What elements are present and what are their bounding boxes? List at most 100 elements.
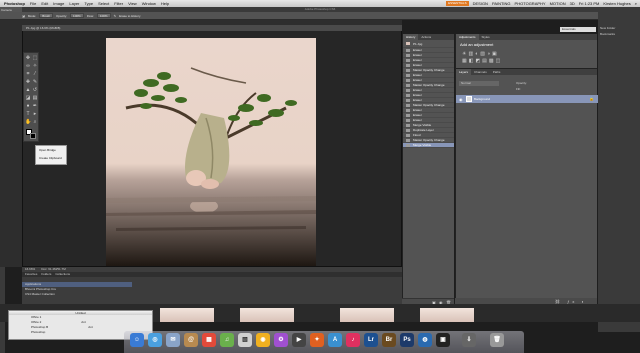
crop-tool-icon[interactable]: ⌗ [25,71,31,77]
menu-create-clipboard[interactable]: Create Clipboard [36,154,66,162]
background-color-swatch[interactable] [30,133,36,139]
film-thumb[interactable] [160,308,214,322]
path-select-icon[interactable]: ▸ [32,111,38,117]
eyedropper-tool-icon[interactable]: ⁄ [32,71,38,77]
bridge-tab-favorites[interactable]: Favorites [25,272,37,277]
menu-open-bridge[interactable]: Open Bridge [36,146,66,154]
wand-tool-icon[interactable]: ✧ [32,63,38,69]
adjustment-icons-row1[interactable]: ☀▥◐▨◑▣ [462,51,499,57]
erase-to-history-checkbox[interactable]: Erase to History [119,14,140,18]
downloads-icon[interactable]: ⇩ [462,333,476,347]
photoshop-icon[interactable]: Ps [400,333,414,347]
menu-filter[interactable]: Filter [114,1,123,6]
menu-select[interactable]: Select [98,1,109,6]
heal-tool-icon[interactable]: ✚ [25,79,31,85]
workspace-painting[interactable]: PAINTING [492,1,511,6]
bridge-tab-collections[interactable]: Collections [55,272,70,277]
bookmarks-item[interactable]: Bookmarks [600,32,615,36]
document-tab[interactable]: P1.Jpg @ 16.6% (RGB/8) [22,25,402,31]
folder-item[interactable]: CS4 Master Collection [22,292,132,297]
adjustment-icons-row2[interactable]: ▦◧◩▤▩◫ [462,58,502,64]
bridge-folder-list: Applications Bhoomi Photoshop Cre CS4 Ma… [22,282,132,297]
eraser-icon[interactable]: ◪ [25,95,31,101]
tab-adjustments[interactable]: Adjustments [456,34,479,40]
eraser-tool-icon[interactable]: ◪ [22,14,25,18]
chrome-icon[interactable]: ◉ [256,333,270,347]
film-thumb[interactable] [420,308,474,322]
stamp-tool-icon[interactable]: ▲ [25,87,31,93]
workspace-search[interactable]: Essentials [560,27,596,32]
tab-paths[interactable]: Paths [490,69,504,75]
film-thumb[interactable] [340,308,394,322]
firefox-icon[interactable]: ✦ [310,333,324,347]
history-state[interactable]: Merge Visible [403,143,454,148]
move-tool-icon[interactable]: ✥ [25,55,31,61]
visibility-eye-icon[interactable]: ◉ [459,96,463,104]
airbrush-icon[interactable]: ✎ [114,14,117,18]
type-tool-icon[interactable]: T [25,111,31,117]
film-thumb[interactable] [240,308,294,322]
flow-input[interactable]: 100% [96,13,111,18]
menu-file[interactable]: File [30,1,36,6]
spotlight-icon[interactable]: ⌕ [635,1,637,6]
blend-mode-select[interactable]: Normal [459,81,499,86]
workspace-design[interactable]: DESIGN [473,1,488,6]
history-state-label: Eraser [413,63,422,67]
history-state-icon [406,94,410,97]
canvas-image[interactable] [106,38,316,266]
finder-icon[interactable]: ☺ [130,333,144,347]
history-state-label: Eraser [413,48,422,52]
mode-select[interactable]: Brush [39,13,54,18]
appstore-icon[interactable]: A [328,333,342,347]
tab-channels[interactable]: Channels [471,69,490,75]
ovc-icon[interactable]: ▶ [292,333,306,347]
history-snapshot[interactable]: P1.Jpg [403,40,454,48]
app-icon[interactable]: ▣ [436,333,450,347]
bridge-tabs: Favorites Folders Collections [22,272,402,277]
workspace-3d[interactable]: 3D [570,1,575,6]
contacts-icon[interactable]: @ [184,333,198,347]
menu-edit[interactable]: Edit [41,1,48,6]
lasso-tool-icon[interactable]: ∞ [25,63,31,69]
workspace-motion[interactable]: MOTION [550,1,566,6]
history-state-icon [406,69,410,72]
pen-tool-icon[interactable]: ✒ [32,103,38,109]
menu-window[interactable]: Window [142,1,156,6]
menu-layer[interactable]: Layer [69,1,79,6]
lightroom-icon[interactable]: Lr [364,333,378,347]
mail-icon[interactable]: ✉ [166,333,180,347]
menu-view[interactable]: View [128,1,137,6]
tab-layers[interactable]: Layers [456,69,472,75]
zoom-tool-icon[interactable]: ⌕ [32,119,38,125]
bridge-icon[interactable]: Br [382,333,396,347]
new-folder-item[interactable]: New Folder [600,26,615,30]
user-name[interactable]: Kirsten Hughes [603,1,630,6]
history-brush-icon[interactable]: ↺ [32,87,38,93]
itunes-icon[interactable]: ♫ [220,333,234,347]
bridge-tab-folders[interactable]: Folders [41,272,51,277]
layer-background[interactable]: ◉ Background 🔒 [456,95,598,103]
itunes2-icon[interactable]: ♪ [346,333,360,347]
history-state-label: Eraser [413,113,422,117]
gradient-tool-icon[interactable]: ▤ [32,95,38,101]
history-list: Eraser Eraser Eraser Eraser Master Opacity C… [403,48,454,148]
clock[interactable]: Fri 1:23 PM [579,1,600,6]
preview-icon[interactable]: ▧ [238,333,252,347]
tab-styles[interactable]: Styles [479,34,493,40]
workspace-essentials[interactable]: ESSENTIALS [446,1,469,6]
safari-icon[interactable]: ◎ [148,333,162,347]
menu-help[interactable]: Help [161,1,169,6]
brush-tool-icon[interactable]: ✎ [32,79,38,85]
menu-type[interactable]: Type [84,1,93,6]
dodge-tool-icon[interactable]: ● [25,103,31,109]
menu-image[interactable]: Image [53,1,64,6]
workspace-photography[interactable]: PHOTOGRAPHY [515,1,546,6]
hand-tool-icon[interactable]: ✋ [25,119,31,125]
opacity-input[interactable]: 100% [70,13,84,18]
calendar-icon[interactable]: ▦ [202,333,216,347]
system-prefs-icon[interactable]: ⚙ [274,333,288,347]
marquee-tool-icon[interactable]: ⬚ [32,55,38,61]
apple-menu-app-name[interactable]: Photoshop [4,1,25,6]
browser-icon[interactable]: ◍ [418,333,432,347]
trash-dock-icon[interactable]: 🗑 [490,333,504,347]
